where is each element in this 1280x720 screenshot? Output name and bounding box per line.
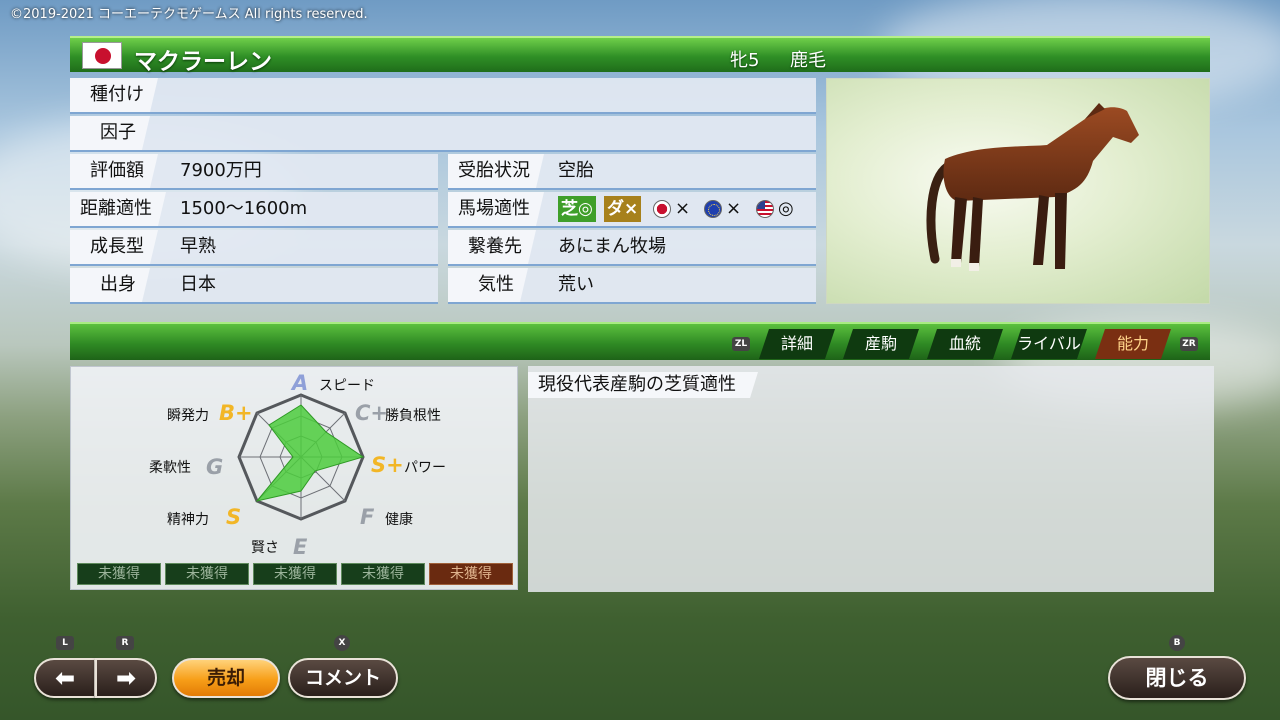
pregnancy-label: 受胎状況 xyxy=(448,154,544,188)
grade-spirit: S xyxy=(226,505,242,529)
temper-label: 気性 xyxy=(448,268,528,302)
pregnancy-row: 受胎状況 空胎 xyxy=(448,154,816,190)
x-button-hint: X xyxy=(334,635,350,651)
price-label: 評価額 xyxy=(70,154,158,188)
grade-flex: G xyxy=(206,455,224,479)
grade-speed: A xyxy=(292,371,309,395)
skill-slots: 未獲得 未獲得 未獲得 未獲得 未獲得 xyxy=(77,563,513,585)
surface-row: 馬場適性 芝◎ ダ× × × ◎ xyxy=(448,192,816,228)
turf-aptitude: 芝◎ xyxy=(558,196,596,222)
label-guts: 勝負根性 xyxy=(385,408,441,424)
tab-bar: ZL 詳細 産駒 血統 ライバル 能力 ZR xyxy=(70,322,1210,360)
usa-mark: ◎ xyxy=(778,198,794,219)
tab-offspring[interactable]: 産駒 xyxy=(843,329,919,359)
japan-flag-icon xyxy=(653,200,671,218)
label-health: 健康 xyxy=(385,512,413,528)
coat-color: 鹿毛 xyxy=(790,50,826,71)
horse-info-panel: 種付け 因子 評価額 7900万円 距離適性 1500〜1600m 成長型 早熟… xyxy=(70,74,818,304)
farm-label: 繋養先 xyxy=(448,230,536,264)
factor-row: 因子 xyxy=(70,116,816,152)
b-button-hint: B xyxy=(1169,635,1185,651)
skill-slot: 未獲得 xyxy=(253,563,337,585)
price-row: 評価額 7900万円 xyxy=(70,154,438,190)
sex-age: 牝5 xyxy=(730,50,760,71)
copyright: ©2019-2021 コーエーテクモゲームス All rights reserv… xyxy=(10,7,368,22)
usa-flag-icon xyxy=(756,200,774,218)
label-flex: 柔軟性 xyxy=(149,460,191,476)
l-button-hint: L xyxy=(56,636,74,650)
label-wisdom: 賢さ xyxy=(251,540,279,556)
temper-row: 気性 荒い xyxy=(448,268,816,304)
europe-mark: × xyxy=(726,198,742,219)
tab-rival[interactable]: ライバル xyxy=(1011,329,1087,359)
label-spirit: 精神力 xyxy=(167,512,209,528)
japan-mark: × xyxy=(675,198,691,219)
comment-button[interactable]: コメント xyxy=(288,658,398,698)
horse-name: マクラーレン xyxy=(134,49,272,75)
zr-button-hint: ZR xyxy=(1180,337,1198,351)
skill-slot: 未獲得 xyxy=(165,563,249,585)
zl-button-hint: ZL xyxy=(732,337,750,351)
r-button-hint: R xyxy=(116,636,134,650)
horse-header: マクラーレン 牝5 鹿毛 xyxy=(70,36,1210,75)
arrow-right-icon: ➡ xyxy=(115,664,137,692)
sell-button[interactable]: 売却 xyxy=(172,658,280,698)
horse-portrait xyxy=(826,78,1210,304)
skill-slot: 未獲得 xyxy=(341,563,425,585)
grade-wisdom: E xyxy=(293,535,308,559)
label-burst: 瞬発力 xyxy=(167,408,209,424)
farm-row: 繋養先 あにまん牧場 xyxy=(448,230,816,266)
panel-title: 現役代表産駒の芝質適性 xyxy=(528,372,758,398)
dirt-aptitude: ダ× xyxy=(604,196,642,222)
tab-details[interactable]: 詳細 xyxy=(759,329,835,359)
grade-health: F xyxy=(360,505,375,529)
skill-slot: 未獲得 xyxy=(429,563,513,585)
growth-value: 早熟 xyxy=(180,236,216,257)
origin-value: 日本 xyxy=(180,274,216,295)
distance-row: 距離適性 1500〜1600m xyxy=(70,192,438,228)
grade-burst: B+ xyxy=(219,401,253,425)
pregnancy-value: 空胎 xyxy=(558,160,594,181)
origin-row: 出身 日本 xyxy=(70,268,438,304)
price-value: 7900万円 xyxy=(180,160,262,181)
next-button[interactable]: ➡ xyxy=(95,658,157,698)
growth-row: 成長型 早熟 xyxy=(70,230,438,266)
distance-label: 距離適性 xyxy=(70,192,166,226)
growth-label: 成長型 xyxy=(70,230,158,264)
close-button[interactable]: 閉じる xyxy=(1108,656,1246,700)
label-speed: スピード xyxy=(319,378,375,394)
horse-image xyxy=(926,103,1139,271)
arrow-left-icon: ⬅ xyxy=(54,664,76,692)
breeding-row: 種付け xyxy=(70,78,816,114)
distance-value: 1500〜1600m xyxy=(180,198,308,219)
temper-value: 荒い xyxy=(558,274,594,295)
europe-flag-icon xyxy=(704,200,722,218)
grade-guts: C+ xyxy=(355,401,389,425)
grade-power: S+ xyxy=(371,453,404,477)
tab-pedigree[interactable]: 血統 xyxy=(927,329,1003,359)
japan-flag-icon xyxy=(82,42,122,69)
label-power: パワー xyxy=(404,460,446,476)
skill-slot: 未獲得 xyxy=(77,563,161,585)
origin-label: 出身 xyxy=(70,268,150,302)
prev-button[interactable]: ⬅ xyxy=(34,658,96,698)
turf-aptitude-panel: 現役代表産駒の芝質適性 xyxy=(528,366,1214,592)
farm-value: あにまん牧場 xyxy=(558,236,666,257)
surface-label: 馬場適性 xyxy=(448,192,544,226)
breeding-label: 種付け xyxy=(70,78,158,112)
tab-ability[interactable]: 能力 xyxy=(1095,329,1171,359)
ability-radar-panel: A スピード C+ 勝負根性 S+ パワー F 健康 E 賢さ S 精神力 G … xyxy=(70,366,518,590)
factor-label: 因子 xyxy=(70,116,150,150)
